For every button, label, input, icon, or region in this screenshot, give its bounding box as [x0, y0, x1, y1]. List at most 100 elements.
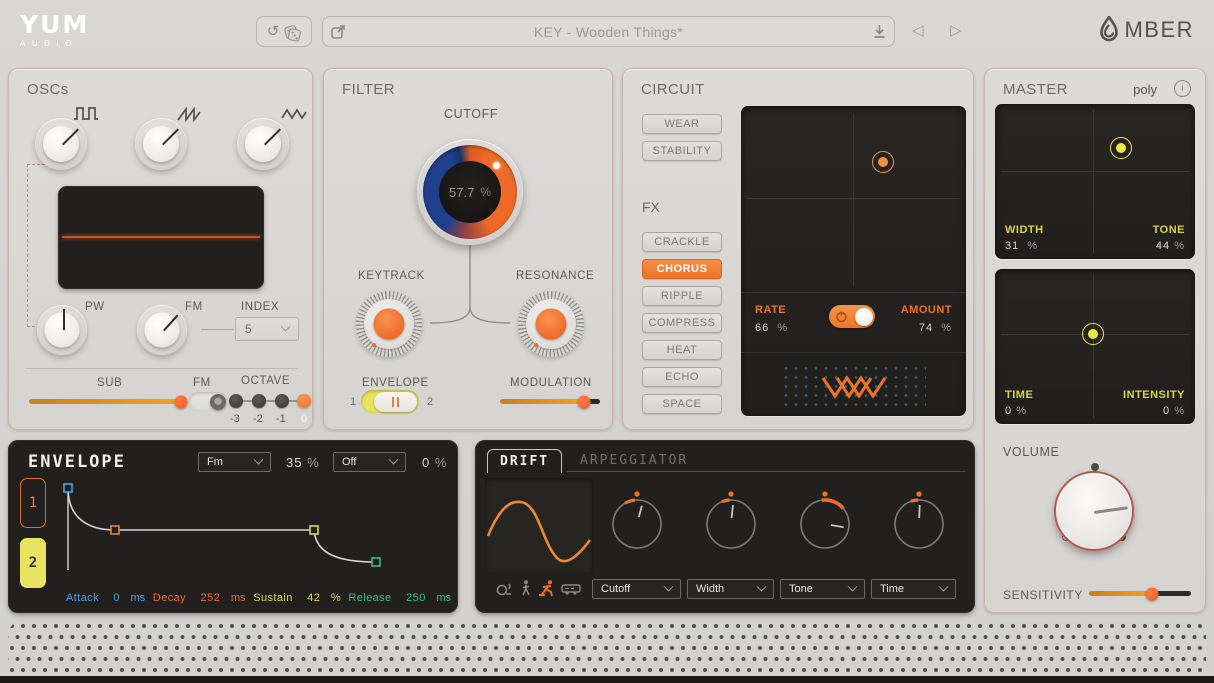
wear-button[interactable]: WEAR: [642, 114, 722, 134]
tone-value: 44 %: [1156, 240, 1185, 252]
fx-button-ripple[interactable]: RIPPLE: [642, 286, 722, 306]
osc1-level-knob[interactable]: [35, 118, 87, 170]
tab-drift[interactable]: DRIFT: [487, 449, 562, 473]
release-readout[interactable]: Release 250 ms: [348, 588, 451, 606]
chevron-down-icon: [939, 581, 949, 591]
amount-label: AMOUNT: [901, 304, 952, 316]
octave-dot-0-selected[interactable]: [297, 394, 311, 408]
circuit-xy-pad[interactable]: RATE 66 % AMOUNT 74 %: [741, 106, 966, 416]
voice-mode[interactable]: poly: [1133, 82, 1157, 97]
index-dropdown[interactable]: 5: [235, 317, 299, 341]
drift-dest-dropdown-3[interactable]: Tone: [780, 579, 865, 599]
attack-readout[interactable]: Attack 0 ms: [66, 588, 145, 606]
osc2-level-knob[interactable]: [135, 118, 187, 170]
index-label: INDEX: [241, 301, 279, 313]
env-dest2-dropdown[interactable]: Off: [333, 452, 406, 472]
env-dest2-amount: 0 %: [422, 455, 447, 470]
keytrack-label: KEYTRACK: [358, 270, 425, 282]
yum-audio-logo: YUM AUDIO: [20, 10, 89, 48]
prev-preset-button[interactable]: ◁: [912, 21, 924, 39]
sub-slider[interactable]: [29, 399, 187, 404]
modulation-slider-handle[interactable]: [578, 395, 591, 408]
routing-dashed-line: [27, 164, 45, 327]
oscs-title: OSCs: [27, 81, 69, 98]
speaker-grille: [8, 620, 1206, 677]
walk-icon[interactable]: [519, 580, 532, 597]
drift-knob-1[interactable]: [609, 490, 665, 554]
tab-underline: [567, 471, 965, 472]
fx-button-crackle[interactable]: CRACKLE: [642, 232, 722, 252]
stability-button[interactable]: STABILITY: [642, 141, 722, 161]
vehicle-icon[interactable]: [561, 583, 581, 595]
fm-toggle[interactable]: [189, 392, 227, 411]
fx-button-compress[interactable]: COMPRESS: [642, 313, 722, 333]
envelope-tab-1[interactable]: 1: [20, 478, 46, 528]
sensitivity-slider[interactable]: [1089, 591, 1191, 596]
octave-dot--2[interactable]: [252, 394, 266, 408]
chevron-down-icon: [254, 454, 264, 464]
fx-button-chorus[interactable]: CHORUS: [642, 259, 722, 279]
run-icon[interactable]: [538, 580, 556, 597]
sub-slider-handle[interactable]: [175, 395, 188, 408]
drift-knob-4[interactable]: [891, 490, 947, 554]
modulation-slider[interactable]: [500, 399, 600, 404]
fm-knob[interactable]: [137, 305, 187, 355]
fm-label: FM: [185, 301, 203, 313]
fx-button-space[interactable]: SPACE: [642, 394, 722, 414]
open-preset-icon[interactable]: [323, 23, 353, 40]
fx-power-toggle-knob: [855, 308, 873, 326]
decay-readout[interactable]: Decay 252 ms: [153, 588, 246, 606]
octave-dot--1[interactable]: [275, 394, 289, 408]
envelope-panel: ENVELOPE Fm 35 % Off 0 % 1 2 Attack: [8, 440, 458, 613]
filter-envelope-switch[interactable]: [361, 390, 419, 413]
sustain-handle: [310, 526, 318, 534]
snail-icon[interactable]: [495, 582, 513, 596]
env-dest1-amount: 35 %: [286, 455, 320, 470]
tone-label: TONE: [1153, 224, 1185, 236]
adsr-readouts: Attack 0 ms Decay 252 ms Sustain 42 % Re…: [66, 588, 451, 606]
waveform-display: [58, 186, 264, 289]
octave-dot--3[interactable]: [229, 394, 243, 408]
envelope-switch-handle[interactable]: [374, 392, 417, 412]
fm-index-connector: [201, 329, 233, 330]
fx-power-toggle[interactable]: [829, 305, 875, 328]
env-dest1-dropdown[interactable]: Fm: [198, 452, 271, 472]
resonance-label: RESONANCE: [516, 270, 594, 282]
chevron-down-icon: [848, 581, 858, 591]
fx-button-heat[interactable]: HEAT: [642, 340, 722, 360]
pw-knob[interactable]: [37, 305, 87, 355]
volume-knob[interactable]: [1054, 471, 1134, 551]
next-preset-button[interactable]: ▷: [950, 21, 962, 39]
drift-dest-dropdown-1[interactable]: Cutoff: [592, 579, 681, 599]
drift-dest-dropdown-2[interactable]: Width: [687, 579, 774, 599]
drift-knob-2[interactable]: [703, 490, 759, 554]
drift-dest-dropdown-4[interactable]: Time: [871, 579, 956, 599]
drift-knob-3[interactable]: [797, 490, 853, 554]
volume-pointer: [1094, 506, 1128, 514]
width-tone-pad[interactable]: WIDTH 31 % TONE 44 %: [995, 104, 1195, 259]
info-icon[interactable]: i: [1174, 80, 1191, 97]
envelope-option-2[interactable]: 2: [427, 396, 433, 408]
attack-handle: [64, 484, 72, 492]
preset-name[interactable]: KEY - Wooden Things*: [353, 24, 864, 40]
resonance-knob[interactable]: [518, 291, 584, 357]
dice-icon[interactable]: [285, 26, 301, 38]
sensitivity-label: SENSITIVITY: [1003, 588, 1083, 602]
envelope-option-1[interactable]: 1: [350, 396, 356, 408]
history-icon[interactable]: ↺: [267, 24, 280, 39]
octave-tick-label: -3: [230, 413, 240, 425]
envelope-tab-2[interactable]: 2: [20, 538, 46, 588]
width-label: WIDTH: [1005, 224, 1044, 236]
fx-button-echo[interactable]: ECHO: [642, 367, 722, 387]
osc3-level-knob[interactable]: [237, 118, 289, 170]
intensity-label: INTENSITY: [1123, 389, 1185, 401]
sensitivity-slider-handle[interactable]: [1146, 587, 1159, 600]
tab-arpeggiator[interactable]: ARPEGGIATOR: [580, 453, 688, 468]
preset-bar[interactable]: KEY - Wooden Things*: [322, 16, 895, 47]
envelope-curve[interactable]: [58, 478, 458, 588]
cutoff-knob[interactable]: 57.7 %: [417, 139, 523, 245]
sustain-readout[interactable]: Sustain 42 %: [253, 588, 340, 606]
keytrack-knob[interactable]: [356, 291, 422, 357]
time-intensity-pad[interactable]: TIME 0 % INTENSITY 0 %: [995, 269, 1195, 424]
save-preset-icon[interactable]: [864, 24, 894, 39]
